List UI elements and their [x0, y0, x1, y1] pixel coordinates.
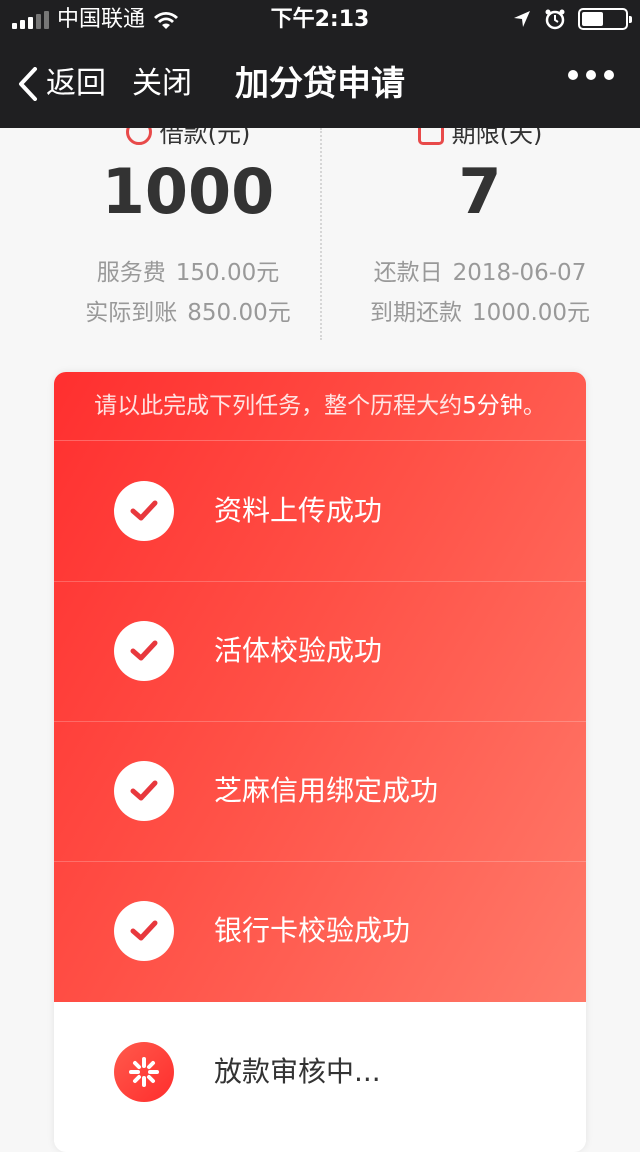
loan-amount-label: 借款(元) — [159, 128, 251, 148]
check-icon — [114, 621, 174, 681]
more-options-button[interactable] — [568, 70, 614, 80]
loan-term-label: 期限(天) — [451, 128, 543, 148]
actual-received-value: 850.00元 — [187, 300, 291, 326]
repayment-date-row: 还款日 2018-06-07 — [320, 258, 640, 288]
loading-spinner-icon — [114, 1042, 174, 1102]
loan-term-heading: 期限(天) — [320, 128, 640, 149]
check-icon — [114, 481, 174, 541]
task-label: 芝麻信用绑定成功 — [214, 774, 439, 807]
battery-icon — [578, 8, 632, 30]
due-repayment-label: 到期还款 — [369, 300, 462, 326]
check-icon — [114, 901, 174, 961]
task-item: 活体校验成功 — [54, 581, 586, 722]
more-dot-icon — [604, 70, 614, 80]
due-repayment-value: 1000.00元 — [471, 300, 591, 326]
service-fee-value: 150.00元 — [175, 260, 280, 286]
nav-bar: 返回 关闭 加分贷申请 — [0, 40, 640, 128]
status-right — [512, 8, 632, 30]
task-item: 资料上传成功 — [54, 441, 586, 582]
more-dot-icon — [586, 70, 596, 80]
location-arrow-icon — [514, 11, 530, 27]
calendar-icon — [417, 128, 444, 145]
service-fee-label: 服务费 — [96, 260, 166, 286]
pending-task-item: 放款审核中... — [54, 1002, 586, 1142]
service-fee-row: 服务费 150.00元 — [28, 258, 348, 288]
loan-summary: 借款(元) 1000 服务费 150.00元 实际到账 850.00元 期限(天) … — [0, 128, 640, 352]
actual-received-label: 实际到账 — [85, 300, 178, 326]
loan-amount-heading: 借款(元) — [28, 128, 348, 149]
task-label: 活体校验成功 — [214, 634, 383, 667]
task-label: 银行卡校验成功 — [214, 914, 411, 947]
more-dot-icon — [568, 70, 578, 80]
page-title: 加分贷申请 — [235, 64, 405, 104]
repayment-date-value: 2018-06-07 — [452, 260, 587, 286]
due-repayment-row: 到期还款 1000.00元 — [320, 298, 640, 328]
task-notice-suffix: 。 — [522, 393, 546, 419]
actual-received-row: 实际到账 850.00元 — [28, 298, 348, 328]
alarm-clock-icon — [545, 9, 565, 30]
task-notice-duration: 5分钟 — [462, 393, 523, 419]
loan-amount-value: 1000 — [101, 155, 275, 228]
task-item: 芝麻信用绑定成功 — [54, 721, 586, 862]
status-bar: 中国联通 下午2:13 — [0, 0, 640, 40]
repayment-date-label: 还款日 — [373, 260, 443, 286]
loan-term-value: 7 — [458, 155, 502, 228]
task-notice-prefix: 请以此完成下列任务，整个历程大约 — [94, 393, 463, 419]
check-icon — [114, 761, 174, 821]
pending-task-label: 放款审核中... — [214, 1055, 381, 1088]
money-icon — [125, 128, 152, 145]
task-label: 资料上传成功 — [214, 494, 383, 527]
completed-tasks-panel: 请以此完成下列任务，整个历程大约5分钟。 资料上传成功 活体校验成功 芝麻信用绑… — [54, 372, 586, 1002]
task-notice: 请以此完成下列任务，整个历程大约5分钟。 — [54, 372, 586, 441]
task-card: 请以此完成下列任务，整个历程大约5分钟。 资料上传成功 活体校验成功 芝麻信用绑… — [54, 372, 586, 1152]
task-item: 银行卡校验成功 — [54, 861, 586, 1001]
